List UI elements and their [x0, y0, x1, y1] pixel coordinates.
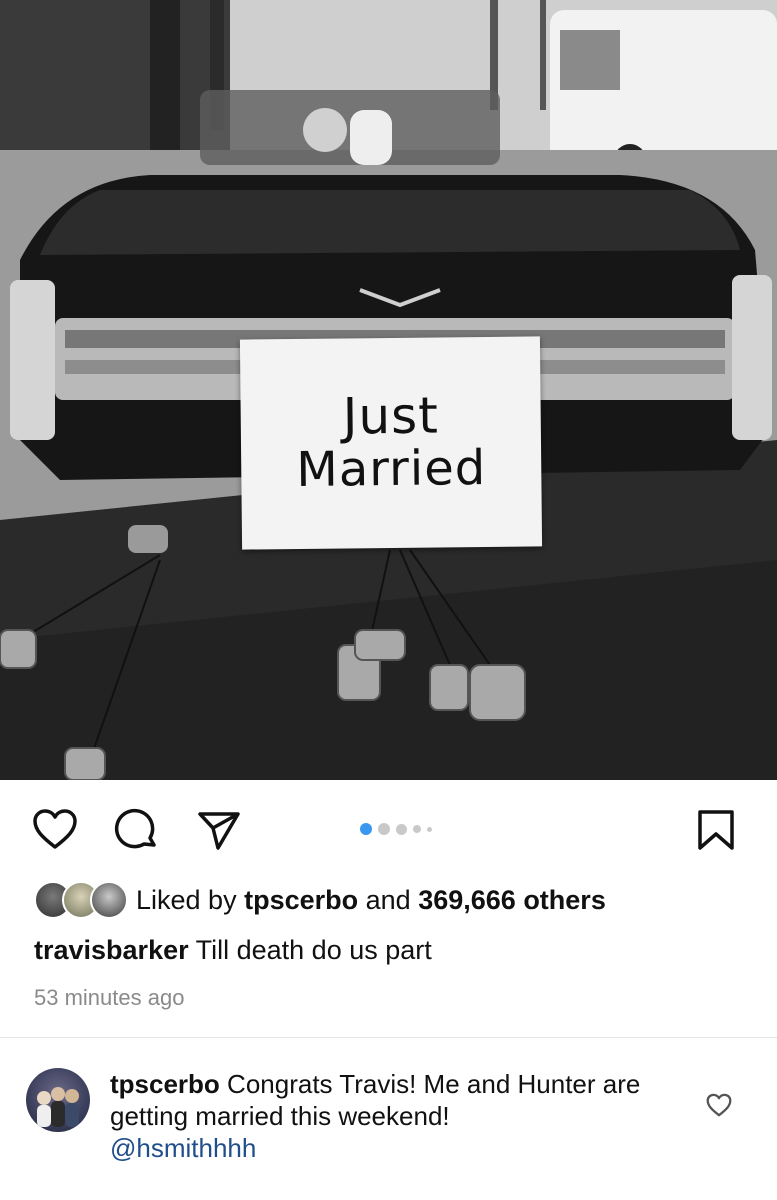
post-photo[interactable]: Just Married [0, 0, 777, 780]
comment-username[interactable]: tpscerbo [110, 1069, 220, 1099]
comment-icon[interactable] [114, 808, 160, 854]
commenter-photo [37, 1087, 79, 1127]
likes-row[interactable]: Liked by tpscerbo and 369,666 others [34, 880, 606, 920]
carousel-indicator [360, 823, 432, 835]
send-icon[interactable] [196, 808, 242, 852]
carousel-dot-active [360, 823, 372, 835]
avatar [90, 881, 128, 919]
liker-username[interactable]: tpscerbo [244, 885, 358, 916]
likes-prefix: Liked by [136, 884, 237, 915]
comment-item: tpscerbo Congrats Travis! Me and Hunter … [110, 1068, 680, 1164]
carousel-dot [396, 823, 407, 835]
caption-text: Till death do us part [195, 935, 432, 965]
carousel-dot [378, 823, 390, 835]
post-timestamp: 53 minutes ago [34, 985, 185, 1010]
sign-line-1: Just [342, 386, 440, 446]
avatar[interactable] [26, 1068, 90, 1132]
likes-count[interactable]: 369,666 others [418, 885, 606, 916]
comment-mention[interactable]: @hsmithhhh [110, 1133, 256, 1163]
caption-username[interactable]: travisbarker [34, 935, 189, 965]
carousel-dot [413, 825, 421, 833]
divider [0, 1037, 777, 1038]
just-married-sign: Just Married [239, 336, 543, 550]
heart-icon[interactable] [32, 808, 78, 850]
comment-like-heart-icon[interactable] [706, 1093, 732, 1117]
bookmark-icon[interactable] [696, 808, 736, 852]
liker-avatars [34, 881, 130, 919]
post-caption: travisbarker Till death do us part [34, 935, 432, 966]
likes-and: and [365, 884, 411, 915]
sign-line-2: Married [296, 439, 487, 498]
carousel-dot [427, 826, 432, 832]
